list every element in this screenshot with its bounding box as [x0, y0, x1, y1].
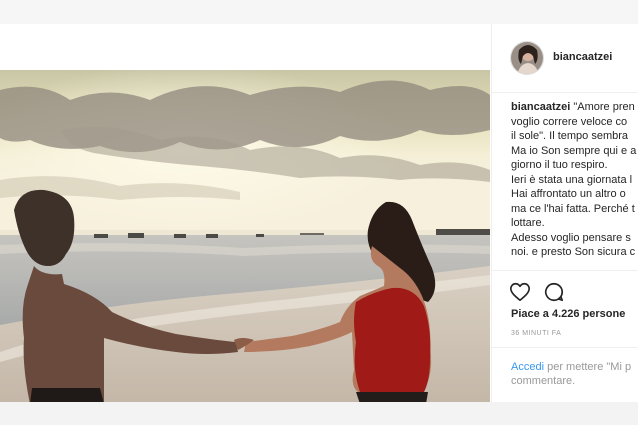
caption-username[interactable]: biancaatzei [511, 101, 570, 113]
caption-line: giorno il tuo respiro. [511, 159, 608, 171]
page-bottom-area [0, 402, 638, 425]
caption-line: Adesso voglio pensare s [511, 231, 631, 244]
header-username[interactable]: biancaatzei [553, 51, 612, 63]
instagram-post: biancaatzei biancaatzei "Amore pren vogl… [0, 24, 638, 404]
login-text: per mettere "Mi p [544, 361, 632, 373]
avatar[interactable] [510, 41, 544, 75]
post-photo [0, 70, 490, 404]
browser-top-bar [0, 0, 638, 25]
login-text-continued: commentare. [511, 375, 576, 387]
caption-line: noi. e presto Son sicura c [511, 246, 636, 258]
post-timestamp: 36 MINUTI FA [511, 330, 562, 337]
login-prompt: Accedi per mettere "Mi p commentare. [511, 360, 638, 388]
caption-line: voglio correre veloce co [511, 115, 628, 128]
login-link[interactable]: Accedi [511, 361, 544, 373]
heart-icon[interactable] [509, 281, 531, 303]
caption-line: ma ce l'hai fatta. Perché t [511, 202, 635, 215]
caption-line: lottare. [511, 217, 545, 229]
post-header: biancaatzei [492, 24, 638, 93]
caption-line: biancaatzei "Amore pren [511, 100, 638, 115]
caption-line: Ieri è stata una giornata l [511, 173, 633, 186]
like-count[interactable]: Piace a 4.226 persone [511, 308, 625, 320]
post-sidebar: biancaatzei biancaatzei "Amore pren vogl… [492, 24, 638, 402]
caption-text: "Amore pren [573, 101, 635, 113]
post-caption: biancaatzei "Amore pren voglio correre v… [511, 100, 638, 274]
caption-line: Hai affrontato un altro o [511, 188, 626, 200]
actions-divider [492, 270, 638, 271]
caption-line: il sole". Il tempo sembra [511, 130, 629, 142]
comment-icon[interactable] [543, 281, 565, 303]
caption-line: Ma io Son sempre qui e a [511, 144, 637, 157]
login-divider [492, 347, 638, 348]
